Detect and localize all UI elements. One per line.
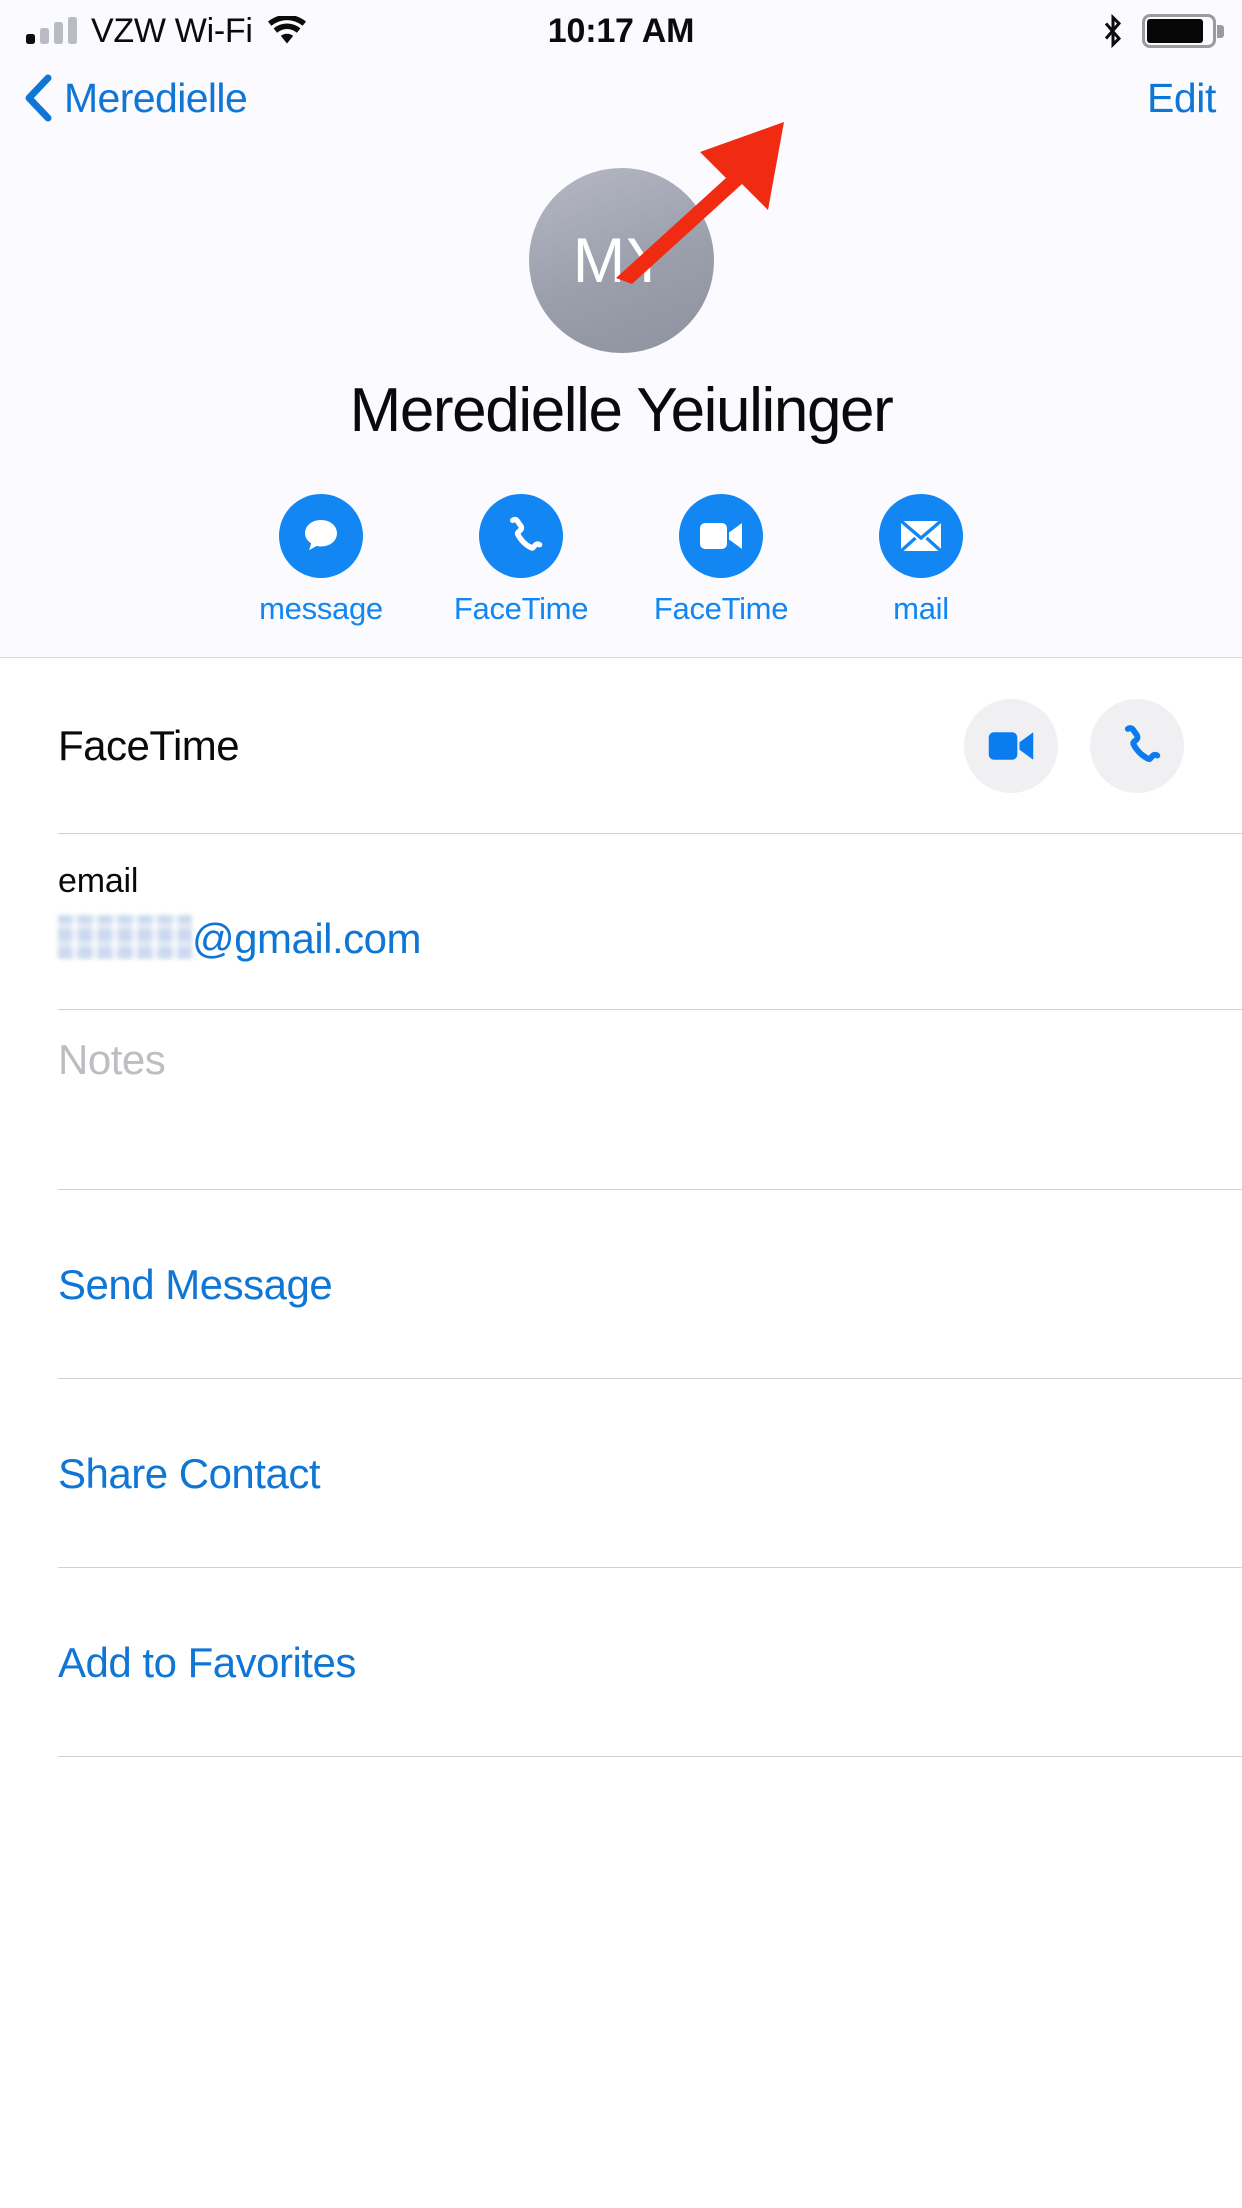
contact-name: Meredielle Yeiulinger bbox=[349, 376, 894, 445]
back-button-label: Meredielle bbox=[64, 74, 248, 121]
message-button[interactable] bbox=[279, 494, 363, 578]
send-message-label: Send Message bbox=[58, 1260, 333, 1308]
cellular-signal-icon bbox=[26, 17, 77, 44]
row-share-contact[interactable]: Share Contact bbox=[0, 1379, 1242, 1568]
bluetooth-icon bbox=[1104, 14, 1122, 48]
battery-icon bbox=[1142, 14, 1224, 48]
status-bar-left: VZW Wi-Fi bbox=[26, 12, 307, 51]
back-button[interactable]: Meredielle bbox=[22, 74, 248, 122]
contact-header: MY Meredielle Yeiulinger message FaceTim… bbox=[0, 134, 1242, 658]
quick-action-mail[interactable]: mail bbox=[862, 494, 980, 627]
row-notes[interactable]: Notes bbox=[0, 1010, 1242, 1190]
facetime-audio-row-button[interactable] bbox=[1090, 699, 1184, 793]
phone-handset-icon bbox=[1124, 725, 1161, 762]
facetime-row-buttons bbox=[964, 699, 1184, 793]
email-username-redacted bbox=[58, 915, 192, 959]
share-contact-label: Share Contact bbox=[58, 1449, 321, 1497]
phone-handset-icon bbox=[509, 516, 543, 551]
add-to-favorites-label: Add to Favorites bbox=[58, 1638, 356, 1686]
facetime-video-button[interactable] bbox=[679, 494, 763, 578]
row-add-to-favorites[interactable]: Add to Favorites bbox=[0, 1568, 1242, 1757]
facetime-row-label: FaceTime bbox=[58, 722, 240, 769]
chevron-left-icon bbox=[25, 74, 52, 122]
contact-detail-list: FaceTime email @gmail.com Notes Send Mes… bbox=[0, 658, 1242, 1757]
carrier-label: VZW Wi-Fi bbox=[91, 11, 253, 50]
navigation-bar: Meredielle Edit bbox=[0, 62, 1242, 134]
avatar-initials: MY bbox=[572, 225, 670, 296]
quick-action-facetime-audio[interactable]: FaceTime bbox=[454, 494, 588, 627]
row-separator bbox=[58, 1756, 1242, 1757]
quick-action-message[interactable]: message bbox=[259, 494, 383, 627]
edit-button[interactable]: Edit bbox=[1147, 75, 1216, 122]
email-value[interactable]: @gmail.com bbox=[58, 909, 1184, 963]
facetime-audio-button[interactable] bbox=[479, 494, 563, 578]
quick-action-label: FaceTime bbox=[453, 591, 589, 626]
notes-input[interactable]: Notes bbox=[58, 1036, 1184, 1084]
message-bubble-icon bbox=[305, 520, 337, 551]
row-email[interactable]: email @gmail.com bbox=[0, 834, 1242, 1010]
quick-action-label: FaceTime bbox=[653, 591, 789, 626]
wifi-icon bbox=[267, 16, 306, 44]
email-field-label: email bbox=[58, 862, 139, 900]
video-camera-icon bbox=[988, 732, 1034, 760]
contact-avatar[interactable]: MY bbox=[528, 168, 714, 353]
mail-button[interactable] bbox=[879, 494, 963, 578]
quick-action-facetime-video[interactable]: FaceTime bbox=[654, 494, 788, 627]
email-domain: @gmail.com bbox=[192, 915, 422, 962]
row-send-message[interactable]: Send Message bbox=[0, 1190, 1242, 1379]
video-camera-icon bbox=[700, 523, 742, 549]
quick-action-row: message FaceTime FaceTime mail bbox=[0, 494, 1242, 627]
envelope-icon bbox=[899, 519, 943, 553]
quick-action-label: mail bbox=[893, 591, 949, 626]
facetime-video-row-button[interactable] bbox=[964, 699, 1058, 793]
status-bar: VZW Wi-Fi 10:17 AM bbox=[0, 0, 1242, 62]
status-bar-right bbox=[1100, 14, 1224, 48]
row-facetime: FaceTime bbox=[0, 658, 1242, 834]
quick-action-label: message bbox=[259, 591, 383, 626]
